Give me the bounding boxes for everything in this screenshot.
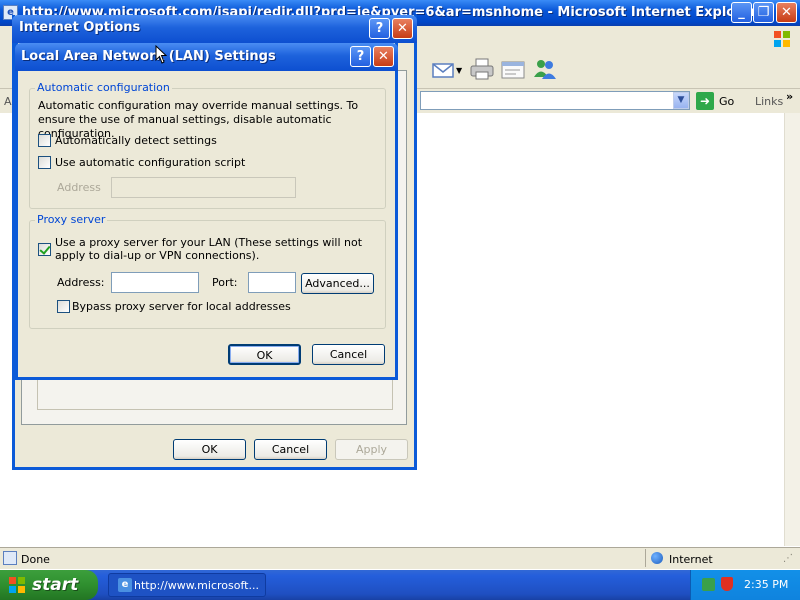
printer-icon[interactable] bbox=[469, 57, 495, 81]
internet-options-close-button[interactable]: ✕ bbox=[392, 18, 413, 39]
auto-detect-label[interactable]: Automatically detect settings bbox=[55, 134, 217, 147]
close-icon: ✕ bbox=[378, 49, 389, 64]
messenger-icon[interactable] bbox=[532, 57, 558, 81]
bypass-local-checkbox[interactable] bbox=[57, 300, 70, 313]
help-icon: ? bbox=[356, 49, 365, 64]
links-label[interactable]: Links bbox=[755, 95, 783, 108]
internet-options-apply-button[interactable]: Apply bbox=[335, 439, 408, 460]
internet-options-cancel-button[interactable]: Cancel bbox=[254, 439, 327, 460]
mail-dropdown-icon[interactable]: ▼ bbox=[456, 66, 462, 75]
status-separator bbox=[645, 549, 646, 567]
internet-options-help-button[interactable]: ? bbox=[369, 18, 390, 39]
go-arrow-icon[interactable]: ➜ bbox=[696, 92, 714, 110]
security-shield-icon[interactable] bbox=[721, 577, 733, 591]
internet-options-title: Internet Options bbox=[19, 20, 141, 35]
links-chevron-icon[interactable]: » bbox=[786, 90, 793, 103]
close-icon: ✕ bbox=[781, 5, 792, 20]
lan-close-button[interactable]: ✕ bbox=[373, 46, 394, 67]
proxy-server-legend: Proxy server bbox=[35, 213, 108, 226]
network-icon[interactable] bbox=[702, 578, 715, 591]
auto-script-checkbox[interactable] bbox=[38, 156, 51, 169]
lan-ok-button[interactable]: OK bbox=[228, 344, 301, 365]
auto-detect-checkbox[interactable] bbox=[38, 134, 51, 147]
proxy-address-input[interactable] bbox=[111, 272, 199, 293]
minimize-icon: _ bbox=[738, 5, 745, 20]
taskbar-item-label: http://www.microsoft... bbox=[134, 579, 259, 592]
auto-config-legend: Automatic configuration bbox=[35, 81, 172, 94]
address-dropdown-button[interactable]: ▼ bbox=[673, 92, 689, 109]
auto-script-address-input[interactable] bbox=[111, 177, 296, 198]
help-icon: ? bbox=[375, 21, 384, 36]
windows-flag-icon bbox=[8, 576, 26, 594]
edit-icon[interactable] bbox=[500, 58, 526, 82]
globe-icon bbox=[651, 552, 663, 564]
zone-text: Internet bbox=[669, 553, 713, 566]
ie-page-icon: e bbox=[118, 578, 132, 592]
proxy-port-input[interactable] bbox=[248, 272, 296, 293]
ie-close-button[interactable]: ✕ bbox=[776, 2, 797, 23]
close-icon: ✕ bbox=[397, 21, 408, 36]
windows-flag-icon bbox=[772, 29, 792, 49]
minimize-button[interactable]: _ bbox=[731, 2, 752, 23]
maximize-button[interactable]: ❐ bbox=[753, 2, 774, 23]
lan-settings-title: Local Area Network (LAN) Settings bbox=[21, 49, 276, 64]
status-page-icon bbox=[3, 551, 17, 565]
maximize-icon: ❐ bbox=[757, 5, 770, 20]
mail-icon[interactable] bbox=[431, 59, 455, 81]
tray-clock[interactable]: 2:35 PM bbox=[744, 578, 788, 591]
go-button-label[interactable]: Go bbox=[719, 95, 734, 108]
internet-options-ok-button[interactable]: OK bbox=[173, 439, 246, 460]
advanced-button[interactable]: Advanced... bbox=[301, 273, 374, 294]
use-proxy-label[interactable]: Use a proxy server for your LAN (These s… bbox=[55, 236, 380, 262]
auto-script-address-label: Address bbox=[57, 181, 101, 194]
chevron-down-icon: ▼ bbox=[677, 95, 685, 105]
ie-vertical-scrollbar[interactable] bbox=[784, 113, 800, 546]
lan-cancel-button[interactable]: Cancel bbox=[312, 344, 385, 365]
proxy-port-label: Port: bbox=[212, 276, 238, 289]
address-label: A bbox=[4, 95, 12, 108]
lan-help-button[interactable]: ? bbox=[350, 46, 371, 67]
resize-grip-icon[interactable]: ⋰ bbox=[783, 553, 793, 564]
address-input[interactable] bbox=[420, 91, 690, 110]
proxy-address-label: Address: bbox=[57, 276, 105, 289]
bypass-local-label[interactable]: Bypass proxy server for local addresses bbox=[72, 300, 291, 313]
use-proxy-checkbox[interactable] bbox=[38, 243, 51, 256]
auto-script-label[interactable]: Use automatic configuration script bbox=[55, 156, 245, 169]
status-text: Done bbox=[21, 553, 50, 566]
